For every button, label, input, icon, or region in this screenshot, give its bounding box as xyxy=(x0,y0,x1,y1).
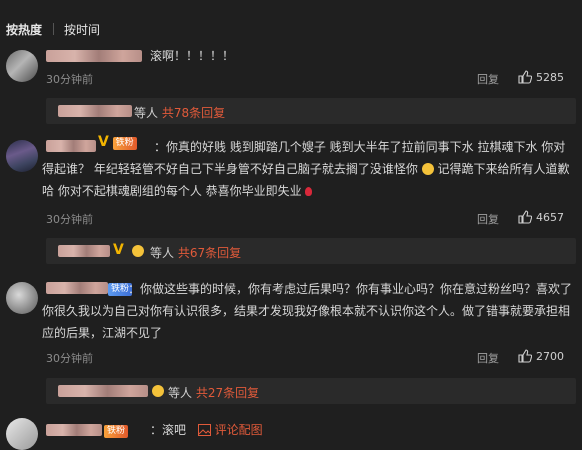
reply-summary-text: 等人 共27条回复 xyxy=(168,384,259,401)
avatar[interactable] xyxy=(6,50,38,82)
badge-icon xyxy=(152,385,164,397)
comment-text: ：你真的好贱 贱到脚踏几个嫂子 贱到大半年了拉前同事下水 拉棋魂下水 你对得起谁… xyxy=(42,136,572,202)
reply-button[interactable]: 回复 xyxy=(477,211,499,227)
thumb-up-icon xyxy=(518,70,533,84)
user-badges: 铁粉 xyxy=(104,423,129,438)
verified-v-icon: V xyxy=(113,242,124,258)
reply-count: 共27条回复 xyxy=(195,386,260,400)
avatar[interactable] xyxy=(6,140,38,172)
sort-bar: 按热度 按时间 xyxy=(0,0,582,40)
reply-username-redacted xyxy=(58,105,132,117)
reply-username-redacted xyxy=(58,385,148,397)
sort-tab-hot[interactable]: 按热度 xyxy=(6,21,42,38)
comment-image-link[interactable]: 评论配图 xyxy=(215,423,263,437)
comment-text: 滚啊！！！！！ xyxy=(150,49,235,63)
comment-item: 铁粉 ：滚吧 评论配图 xyxy=(0,412,582,450)
comment-text-row: ：滚吧 评论配图 xyxy=(150,419,582,441)
others-label: 等人 xyxy=(134,106,162,120)
reply-button[interactable]: 回复 xyxy=(477,350,499,366)
comment-time: 30分钟前 xyxy=(46,213,93,226)
thumb-up-icon xyxy=(518,210,533,224)
smile-emoji-icon xyxy=(421,163,434,175)
like-count: 5285 xyxy=(536,71,564,84)
comment-time: 30分钟前 xyxy=(46,352,93,365)
username-redacted[interactable] xyxy=(46,50,142,62)
badge-icon xyxy=(132,245,144,257)
like-button[interactable]: 2700 xyxy=(518,349,564,363)
reply-summary-text: 等人 共78条回复 xyxy=(134,104,225,121)
reply-summary[interactable]: V 等人 共67条回复 xyxy=(46,238,576,264)
like-button[interactable]: 4657 xyxy=(518,210,564,224)
sort-tab-time[interactable]: 按时间 xyxy=(64,21,100,38)
like-count: 4657 xyxy=(536,211,564,224)
username-redacted[interactable] xyxy=(46,424,102,436)
reply-summary[interactable]: 等人 共78条回复 xyxy=(46,98,576,124)
reply-count: 共78条回复 xyxy=(161,106,226,120)
reply-summary-text: 等人 共67条回复 xyxy=(150,244,241,261)
comment-time: 30分钟前 xyxy=(46,73,93,86)
like-button[interactable]: 5285 xyxy=(518,70,564,84)
avatar[interactable] xyxy=(6,418,38,450)
reply-button[interactable]: 回复 xyxy=(477,71,499,87)
fan-badge: 铁粉 xyxy=(104,425,129,438)
reply-summary[interactable]: 等人 共27条回复 xyxy=(46,378,576,404)
reply-count: 共67条回复 xyxy=(177,246,242,260)
image-icon xyxy=(197,424,211,436)
rose-emoji-icon xyxy=(305,187,313,196)
avatar[interactable] xyxy=(6,282,38,314)
comment-item: V 铁粉 ：你真的好贱 贱到脚踏几个嫂子 贱到大半年了拉前同事下水 拉棋魂下水 … xyxy=(0,130,582,264)
thumb-up-icon xyxy=(518,349,533,363)
comment-text: ：滚吧 xyxy=(150,423,187,437)
comment-item: 铁粉 ：你做这些事的时候，你有考虑过后果吗？你有事业心吗？你在意过粉丝吗？喜欢了… xyxy=(0,272,582,404)
comment-text: ：你做这些事的时候，你有考虑过后果吗？你有事业心吗？你在意过粉丝吗？喜欢了你很久… xyxy=(42,282,573,340)
like-count: 2700 xyxy=(536,350,564,363)
others-label: 等人 xyxy=(150,246,178,260)
reply-username-redacted xyxy=(58,245,110,257)
others-label: 等人 xyxy=(168,386,196,400)
sort-divider xyxy=(53,23,54,35)
